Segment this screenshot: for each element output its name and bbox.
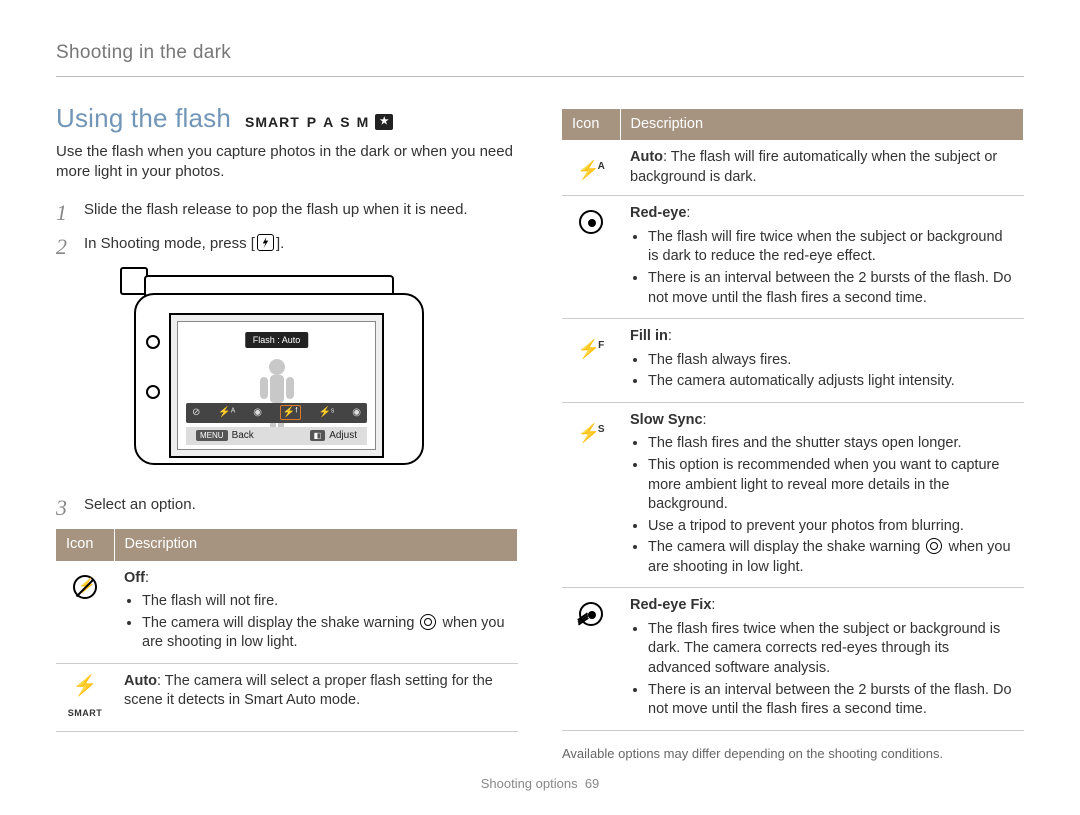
auto-smart-body: : The camera will select a proper flash … [124,673,493,709]
slow-b2: This option is recommended when you want… [648,456,1014,515]
th-desc: Description [114,529,518,561]
redeyefix-b1: The flash fires twice when the subject o… [648,620,1014,679]
redeyefix-b2: There is an interval between the 2 burst… [648,681,1014,720]
fillin-b2: The camera automatically adjusts light i… [648,372,1014,392]
off-title: Off [124,570,145,586]
shake-warning-icon [420,614,436,630]
mode-smart: SMART [245,113,300,132]
redeye-icon [579,210,603,234]
redeye-b2: There is an interval between the 2 burst… [648,269,1014,308]
shake-warning-icon-2 [926,538,942,554]
mode-p: P [307,113,316,132]
flash-button-icon [257,234,274,251]
screen-button-row: MENU Back ◧Adjust [186,427,367,445]
off-b2: The camera will display the shake warnin… [142,614,508,653]
th-icon: Icon [56,529,114,561]
th-desc-r: Description [620,109,1024,141]
slowsync-icon: ⚡S [577,423,604,443]
redeye-b1: The flash will fire twice when the subje… [648,228,1014,267]
menu-tag: MENU [196,430,228,441]
mode-a: A [323,113,333,132]
redeyefix-icon [579,602,603,626]
step-1: Slide the flash release to pop the flash… [56,200,518,220]
auto-smart-title: Auto [124,673,157,689]
mode-icons: SMART P A S M ★ [245,113,393,132]
mode-m: M [357,113,369,132]
options-table-left: Icon Description Off: The flash will not… [56,529,518,733]
step-3: Select an option. [56,495,518,515]
auto-title: Auto [630,149,663,165]
row-slow: ⚡S Slow Sync: The flash fires and the sh… [562,402,1024,588]
screen-icon-row: ⊘ ⚡ᴬ ◉ ⚡ᶠ ⚡ˢ ◉ [186,403,367,423]
camera-screen: Flash : Auto [169,313,384,458]
intro-text: Use the flash when you capture photos in… [56,142,518,183]
slow-b1: The flash fires and the shutter stays op… [648,434,1014,454]
opt-icon-slow: ⚡ˢ [318,406,334,420]
row-auto: ⚡A Auto: The flash will fire automatical… [562,140,1024,196]
off-b2a: The camera will display the shake warnin… [142,615,418,631]
row-redeye: Red-eye: The flash will fire twice when … [562,196,1024,319]
flash-auto-icon: ⚡A [577,160,605,180]
page-footer: Shooting options 69 [0,775,1080,793]
footer-section: Shooting options [481,776,578,791]
adjust-label: Adjust [329,430,357,441]
opt-icon-redeyefix: ◉ [352,406,361,420]
redeye-title: Red-eye [630,205,686,221]
step-2: In Shooting mode, press []. Flash : Auto [56,234,518,474]
row-redeyefix: Red-eye Fix: The flash fires twice when … [562,588,1024,730]
options-table-right: Icon Description ⚡A Auto: The flash will… [562,109,1024,731]
left-column: Using the flash SMART P A S M ★ Use the … [56,101,518,763]
slow-b4a: The camera will display the shake warnin… [648,539,924,555]
right-column: Icon Description ⚡A Auto: The flash will… [562,101,1024,763]
fillin-icon: ⚡F [578,339,605,359]
adjust-tag-icon: ◧ [310,430,326,441]
breadcrumb: Shooting in the dark [56,40,1024,77]
flash-off-icon [73,575,97,599]
section-title: Using the flash [56,101,231,136]
slow-b3: Use a tripod to prevent your photos from… [648,517,1014,537]
subject-silhouette-icon [252,357,302,437]
camera-button-2 [146,385,160,399]
fillin-title: Fill in [630,328,668,344]
steps-list: Slide the flash release to pop the flash… [56,200,518,515]
th-icon-r: Icon [562,109,620,141]
camera-illustration: Flash : Auto [114,265,434,475]
redeyefix-title: Red-eye Fix [630,597,711,613]
camera-button-1 [146,335,160,349]
mode-scene-icon: ★ [375,114,393,130]
off-b1: The flash will not fire. [142,592,508,612]
slow-b4: The camera will display the shake warnin… [648,538,1014,577]
row-auto-smart: ⚡SMART Auto: The camera will select a pr… [56,663,518,732]
step-2-text-b: ]. [276,235,284,252]
back-label: Back [232,430,254,441]
footer-page: 69 [585,776,599,791]
row-fillin: ⚡F Fill in: The flash always fires. The … [562,319,1024,403]
slow-title: Slow Sync [630,412,703,428]
row-off: Off: The flash will not fire. The camera… [56,561,518,664]
auto-body: : The flash will fire automatically when… [630,149,997,185]
footnote: Available options may differ depending o… [562,745,1024,763]
opt-icon-auto: ⚡ᴬ [218,406,235,420]
step-2-text-a: In Shooting mode, press [ [84,235,255,252]
screen-flash-label: Flash : Auto [245,332,309,348]
smart-auto-icon: ⚡SMART [68,678,103,724]
opt-icon-redeye: ◉ [253,406,262,420]
opt-icon-off: ⊘ [192,406,200,420]
mode-s: S [340,113,349,132]
fillin-b1: The flash always fires. [648,351,1014,371]
opt-icon-fill-selected: ⚡ᶠ [280,405,301,421]
